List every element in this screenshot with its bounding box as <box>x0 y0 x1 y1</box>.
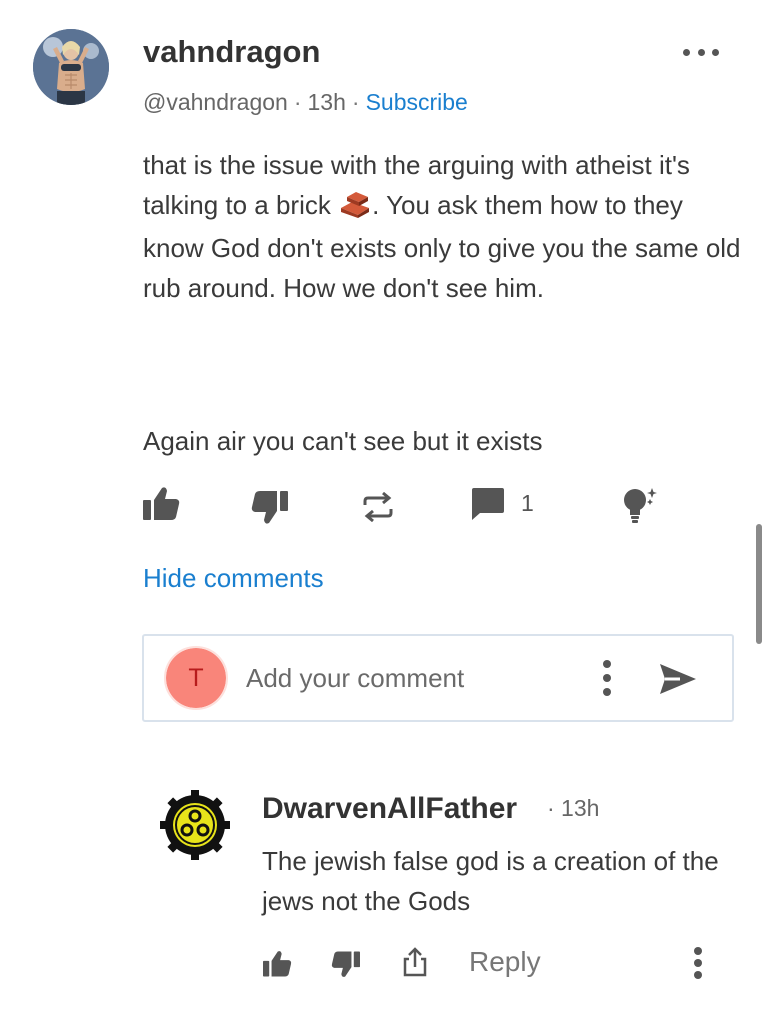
comment-input[interactable] <box>246 658 576 698</box>
author-avatar[interactable] <box>33 29 109 105</box>
current-user-avatar: T <box>164 646 228 710</box>
reply-author-username[interactable]: DwarvenAllFather <box>262 792 517 826</box>
thumbs-down-icon[interactable] <box>251 489 289 530</box>
reply-body: The jewish false god is a creation of th… <box>262 846 719 916</box>
thumbs-up-icon[interactable] <box>142 486 180 527</box>
reply-more-icon[interactable] <box>694 947 702 979</box>
reply-thumbs-up-icon[interactable] <box>262 950 292 983</box>
avatar-letter: T <box>188 663 204 692</box>
comment-options-icon[interactable] <box>603 660 611 696</box>
post-body-second-paragraph: Again air you can't see but it exists <box>143 426 543 456</box>
share-icon[interactable] <box>402 947 428 982</box>
author-handle[interactable]: @vahndragon <box>143 89 288 115</box>
lightbulb-sparkle-icon[interactable] <box>620 485 662 530</box>
post-meta: @vahndragon · 13h · Subscribe <box>143 89 468 116</box>
reply-author-avatar[interactable] <box>158 788 232 862</box>
hide-comments-link[interactable]: Hide comments <box>143 563 324 594</box>
more-dots-icon[interactable] <box>683 42 719 62</box>
subscribe-link[interactable]: Subscribe <box>366 89 468 115</box>
reply-time: · 13h <box>547 795 600 821</box>
comment-input-box: T <box>142 634 734 722</box>
reply-button[interactable]: Reply <box>469 946 541 978</box>
reply-thumbs-down-icon[interactable] <box>331 950 361 983</box>
comment-count: 1 <box>521 490 534 516</box>
brick-emoji <box>338 188 372 230</box>
repeat-icon[interactable] <box>361 491 395 527</box>
meta-separator: · <box>293 89 302 115</box>
author-username[interactable]: vahndragon <box>143 34 320 70</box>
comment-icon[interactable] <box>470 487 506 526</box>
scrollbar[interactable] <box>756 524 762 644</box>
meta-separator: · <box>351 89 360 115</box>
post-page: vahndragon @vahndragon · 13h · Subscribe tha… <box>0 0 768 1024</box>
post-time: 13h <box>307 89 346 115</box>
post-body: that is the issue with the arguing with … <box>143 146 743 308</box>
send-icon[interactable] <box>658 662 698 701</box>
